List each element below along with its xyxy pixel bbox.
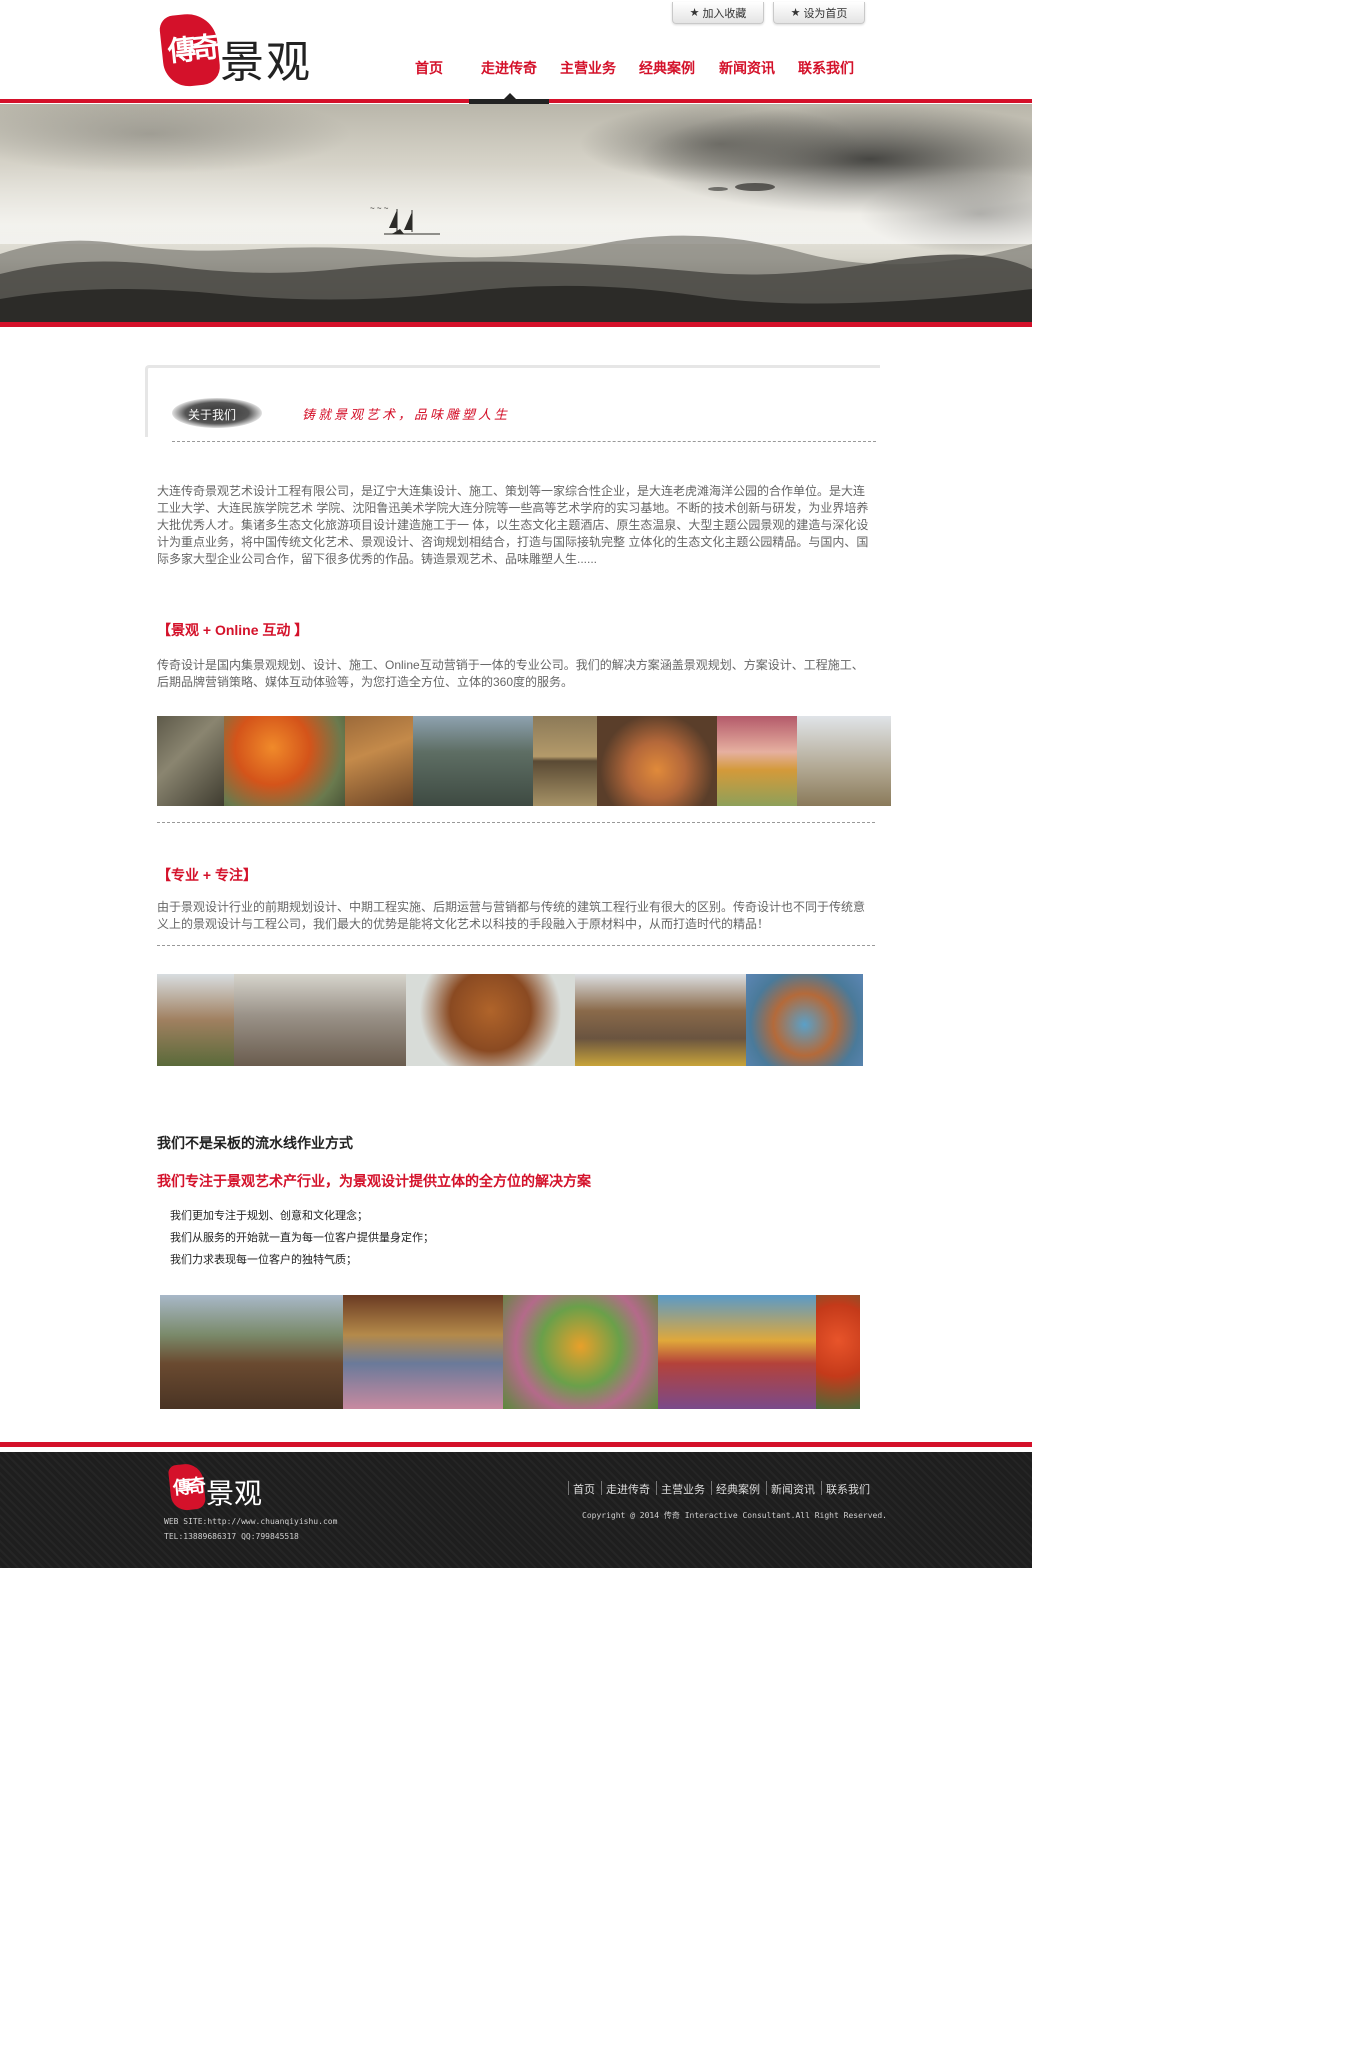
nav-about[interactable]: 走进传奇: [469, 58, 549, 78]
footer-nav-separator: [568, 1481, 569, 1495]
logo-seal-text: 傳奇: [166, 30, 218, 69]
gallery-photo[interactable]: [658, 1295, 816, 1409]
gallery-photo[interactable]: [157, 974, 234, 1066]
gallery-photo[interactable]: [575, 974, 746, 1066]
nav-home[interactable]: 首页: [389, 58, 469, 78]
footer-nav-separator: [821, 1481, 822, 1495]
gallery-photo[interactable]: [224, 716, 345, 806]
logo-seal-icon: 傳奇: [158, 11, 222, 89]
pro-section-title: 【专业 + 专注】: [157, 867, 257, 883]
gallery-photo[interactable]: [816, 1295, 860, 1409]
gallery-photo[interactable]: [746, 974, 863, 1066]
gallery-photo[interactable]: [597, 716, 717, 806]
site-header: 傳奇 景观 ★ 加入收藏 ★ 设为首页 首页 走进传奇 主营业务 经典案例 新闻资讯…: [0, 0, 1032, 104]
footer-logo-text: 景观: [206, 1477, 263, 1510]
footer-nav-cases[interactable]: 经典案例: [716, 1481, 760, 1497]
approach-title: 我们不是呆板的流水线作业方式: [157, 1135, 353, 1151]
gallery-photo[interactable]: [533, 716, 597, 806]
nav-cases[interactable]: 经典案例: [627, 58, 707, 78]
pro-section-text: 由于景观设计行业的前期规划设计、中期工程实施、后期运营与营销都与传统的建筑工程行…: [157, 900, 866, 931]
online-section-title: 【景观 + Online 互动 】: [157, 622, 309, 638]
footer-logo-seal-icon: 傳奇: [167, 1462, 207, 1512]
approach-bullet: 我们从服务的开始就一直为每一位客户提供量身定作；: [170, 1232, 434, 1244]
footer-nav-separator: [656, 1481, 657, 1495]
about-slogan: 铸就景观艺术，品味雕塑人生: [302, 408, 511, 423]
gallery-photo[interactable]: [234, 974, 406, 1066]
footer-nav-separator: [766, 1481, 767, 1495]
about-intro-text: 大连传奇景观艺术设计工程有限公司，是辽宁大连集设计、施工、策划等一家综合性企业，…: [157, 484, 869, 566]
gallery-online: [157, 716, 891, 806]
footer-red-divider: [0, 1442, 1032, 1447]
dashed-divider: [157, 822, 875, 823]
gallery-photo[interactable]: [797, 716, 891, 806]
gallery-photo[interactable]: [157, 716, 224, 806]
footer-nav-separator: [711, 1481, 712, 1495]
set-homepage-button[interactable]: ★ 设为首页: [773, 2, 865, 24]
gallery-approach: [160, 1295, 860, 1409]
footer-nav-separator: [601, 1481, 602, 1495]
footer-website[interactable]: WEB SITE:http://www.chuanqiyishu.com: [164, 1517, 337, 1526]
star-icon: ★: [689, 7, 700, 19]
footer-contact: TEL:13889686317 QQ:799845518: [164, 1532, 299, 1541]
star-icon: ★: [790, 7, 801, 19]
logo-text: 景观: [220, 37, 312, 88]
gallery-photo[interactable]: [717, 716, 797, 806]
footer-nav-home[interactable]: 首页: [573, 1481, 595, 1497]
dashed-divider: [172, 441, 876, 442]
approach-subtitle: 我们专注于景观艺术产行业，为景观设计提供立体的全方位的解决方案: [157, 1173, 591, 1189]
site-logo[interactable]: 傳奇 景观: [158, 10, 330, 90]
svg-text:~ ~ ~: ~ ~ ~: [370, 204, 389, 213]
footer-nav-news[interactable]: 新闻资讯: [771, 1481, 815, 1497]
ink-landscape-image: ~ ~ ~: [0, 104, 1032, 324]
nav-active-arrow-icon: [504, 93, 516, 99]
gallery-photo[interactable]: [503, 1295, 658, 1409]
footer-nav-contact[interactable]: 联系我们: [826, 1481, 870, 1497]
nav-business[interactable]: 主营业务: [548, 58, 628, 78]
add-favorite-label: 加入收藏: [702, 7, 747, 20]
gallery-pro: [157, 974, 863, 1066]
nav-news[interactable]: 新闻资讯: [707, 58, 787, 78]
gallery-photo[interactable]: [406, 974, 575, 1066]
about-section-frame: [145, 365, 880, 437]
gallery-photo[interactable]: [160, 1295, 343, 1409]
dashed-divider: [157, 945, 875, 946]
online-section-text: 传奇设计是国内集景观规划、设计、施工、Online互动营销于一体的专业公司。我们…: [157, 658, 864, 689]
about-badge-label[interactable]: 关于我们: [188, 406, 236, 423]
gallery-photo[interactable]: [345, 716, 413, 806]
gallery-photo[interactable]: [343, 1295, 503, 1409]
add-favorite-button[interactable]: ★ 加入收藏: [672, 2, 764, 24]
footer-copyright: Copyright @ 2014 传奇 Interactive Consulta…: [582, 1511, 887, 1520]
approach-bullet: 我们更加专注于规划、创意和文化理念；: [170, 1210, 368, 1222]
footer-nav-about[interactable]: 走进传奇: [606, 1481, 650, 1497]
footer-logo[interactable]: 傳奇 景观: [167, 1462, 290, 1514]
gallery-photo[interactable]: [413, 716, 533, 806]
footer-nav-business[interactable]: 主营业务: [661, 1481, 705, 1497]
set-homepage-label: 设为首页: [803, 7, 848, 20]
footer-logo-seal-text: 傳奇: [172, 1475, 205, 1500]
hero-banner-ink-landscape: ~ ~ ~: [0, 104, 1032, 324]
banner-red-divider: [0, 322, 1032, 327]
nav-contact[interactable]: 联系我们: [786, 58, 866, 78]
approach-bullet: 我们力求表现每一位客户的独特气质；: [170, 1254, 357, 1266]
